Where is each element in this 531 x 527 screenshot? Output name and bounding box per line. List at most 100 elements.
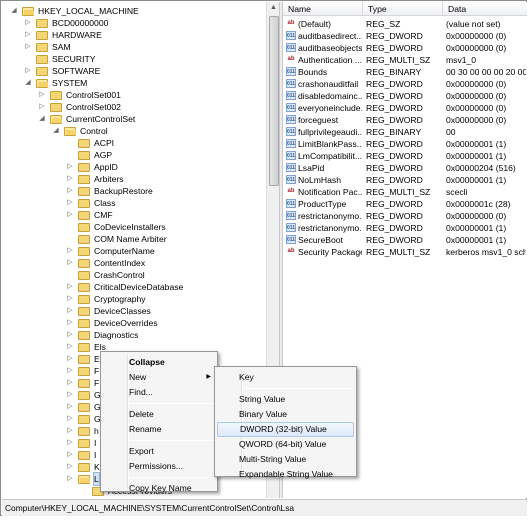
collapse-arrow-icon[interactable]: ▷ [66, 413, 74, 425]
value-row[interactable]: 011 auditbasedirect... REG_DWORD 0x00000000… [283, 30, 527, 42]
tree-item[interactable]: ACPI [2, 137, 266, 149]
tree-item[interactable]: ▷ SOFTWARE [2, 65, 266, 77]
collapse-arrow-icon[interactable]: ▷ [66, 425, 74, 437]
value-row[interactable]: 011 NoLmHash REG_DWORD 0x00000001 (1) [283, 174, 527, 186]
value-row[interactable]: 011 SecureBoot REG_DWORD 0x00000001 (1) [283, 234, 527, 246]
collapse-arrow-icon[interactable]: ▷ [66, 317, 74, 329]
value-row[interactable]: 011 fullprivilegeaudi... REG_BINARY 00 [283, 126, 527, 138]
tree-item[interactable]: CrashControl [2, 269, 266, 281]
tree-item[interactable]: ▷ SAM [2, 41, 266, 53]
tree-item[interactable]: ▷ CriticalDeviceDatabase [2, 281, 266, 293]
collapse-arrow-icon[interactable]: ▷ [66, 209, 74, 221]
tree-item[interactable]: ◢ CurrentControlSet [2, 113, 266, 125]
value-row[interactable]: 011 disabledomainc... REG_DWORD 0x00000000 … [283, 90, 527, 102]
scroll-up-arrow-icon[interactable]: ▲ [267, 2, 280, 14]
collapse-arrow-icon[interactable]: ▷ [66, 245, 74, 257]
collapse-arrow-icon[interactable]: ▷ [66, 161, 74, 173]
value-row[interactable]: 011 Bounds REG_BINARY 00 30 00 00 00 20 00 … [283, 66, 527, 78]
tree-item[interactable]: ▷ BackupRestore [2, 185, 266, 197]
value-row[interactable]: 011 restrictanonymo... REG_DWORD 0x00000000… [283, 210, 527, 222]
collapse-arrow-icon[interactable]: ▷ [66, 173, 74, 185]
collapse-arrow-icon[interactable]: ▷ [66, 257, 74, 269]
collapse-arrow-icon[interactable]: ▷ [38, 101, 46, 113]
tree-item[interactable]: ▷ Diagnostics [2, 329, 266, 341]
value-row[interactable]: ab (Default) REG_SZ (value not set) [283, 18, 527, 30]
tree-item[interactable]: ▷ DeviceClasses [2, 305, 266, 317]
value-row[interactable]: 011 restrictanonymo... REG_DWORD 0x00000001… [283, 222, 527, 234]
expanded-arrow-icon[interactable]: ◢ [52, 125, 60, 137]
value-row[interactable]: 011 crashonauditfail REG_DWORD 0x00000000 (… [283, 78, 527, 90]
collapse-arrow-icon[interactable]: ▷ [66, 293, 74, 305]
tree-item[interactable]: ▷ ControlSet002 [2, 101, 266, 113]
menu-item-permissions[interactable]: Permissions... [103, 459, 215, 474]
tree-item[interactable]: CoDeviceInstallers [2, 221, 266, 233]
tree-item[interactable]: SECURITY [2, 53, 266, 65]
tree-item[interactable]: ▷ DeviceOverrides [2, 317, 266, 329]
collapse-arrow-icon[interactable]: ▷ [66, 329, 74, 341]
tree-item[interactable]: ▷ ContentIndex [2, 257, 266, 269]
collapse-arrow-icon[interactable]: ▷ [66, 461, 74, 473]
collapse-arrow-icon[interactable]: ▷ [24, 41, 32, 53]
collapse-arrow-icon[interactable]: ▷ [66, 197, 74, 209]
submenu-item-expandable-string-value[interactable]: Expandable String Value [217, 467, 354, 482]
tree-item[interactable]: ▷ ComputerName [2, 245, 266, 257]
value-row[interactable]: 011 auditbaseobjects REG_DWORD 0x00000000 (… [283, 42, 527, 54]
scrollbar-thumb[interactable] [269, 16, 279, 186]
value-row[interactable]: 011 ProductType REG_DWORD 0x0000001c (28) [283, 198, 527, 210]
collapse-arrow-icon[interactable]: ▷ [66, 341, 74, 353]
tree-item[interactable]: ▷ HARDWARE [2, 29, 266, 41]
collapse-arrow-icon[interactable]: ▷ [66, 353, 74, 365]
submenu-item-string-value[interactable]: String Value [217, 392, 354, 407]
menu-item-find[interactable]: Find... [103, 385, 215, 400]
column-header-name[interactable]: Name [283, 2, 363, 16]
value-row[interactable]: 011 LmCompatibilit... REG_DWORD 0x00000001 … [283, 150, 527, 162]
expanded-arrow-icon[interactable]: ◢ [10, 5, 18, 17]
tree-item[interactable]: ◢ SYSTEM [2, 77, 266, 89]
collapse-arrow-icon[interactable]: ▷ [24, 29, 32, 41]
tree-item[interactable]: ▷ AppID [2, 161, 266, 173]
collapse-arrow-icon[interactable]: ▷ [66, 281, 74, 293]
collapse-arrow-icon[interactable]: ▷ [66, 401, 74, 413]
collapse-arrow-icon[interactable]: ▷ [24, 65, 32, 77]
tree-item[interactable]: ▷ Class [2, 197, 266, 209]
collapse-arrow-icon[interactable]: ▷ [66, 305, 74, 317]
menu-item-export[interactable]: Export [103, 444, 215, 459]
tree-item[interactable]: AGP [2, 149, 266, 161]
menu-item-new[interactable]: New ▶ [103, 370, 215, 385]
value-row[interactable]: 011 forceguest REG_DWORD 0x00000000 (0) [283, 114, 527, 126]
submenu-item-key[interactable]: Key [217, 370, 354, 385]
value-row[interactable]: ab Notification Pac... REG_MULTI_SZ scecli [283, 186, 527, 198]
collapse-arrow-icon[interactable]: ▷ [66, 389, 74, 401]
menu-item-delete[interactable]: Delete [103, 407, 215, 422]
tree-item[interactable]: COM Name Arbiter [2, 233, 266, 245]
value-row[interactable]: ab Authentication ... REG_MULTI_SZ msv1_0 [283, 54, 527, 66]
collapse-arrow-icon[interactable]: ▷ [66, 449, 74, 461]
menu-item-rename[interactable]: Rename [103, 422, 215, 437]
value-row[interactable]: 011 LsaPid REG_DWORD 0x00000204 (516) [283, 162, 527, 174]
expanded-arrow-icon[interactable]: ◢ [38, 113, 46, 125]
value-row[interactable]: abSecurity Packages REG_MULTI_SZ kerberos … [283, 246, 527, 258]
expanded-arrow-icon[interactable]: ◢ [24, 77, 32, 89]
collapse-arrow-icon[interactable]: ▷ [38, 89, 46, 101]
menu-item-copy-key-name[interactable]: Copy Key Name [103, 481, 215, 496]
submenu-item-multi-string-value[interactable]: Multi-String Value [217, 452, 354, 467]
collapse-arrow-icon[interactable]: ▷ [66, 473, 74, 485]
value-row[interactable]: 011 LimitBlankPass... REG_DWORD 0x00000001 … [283, 138, 527, 150]
collapse-arrow-icon[interactable]: ▷ [66, 377, 74, 389]
submenu-item-qword-64-bit-value[interactable]: QWORD (64-bit) Value [217, 437, 354, 452]
column-header-data[interactable]: Data [443, 2, 527, 16]
submenu-item-binary-value[interactable]: Binary Value [217, 407, 354, 422]
collapse-arrow-icon[interactable]: ▷ [66, 437, 74, 449]
tree-item[interactable]: ▷ CMF [2, 209, 266, 221]
collapse-arrow-icon[interactable]: ▷ [66, 185, 74, 197]
tree-item[interactable]: ◢ HKEY_LOCAL_MACHINE [2, 5, 266, 17]
tree-item[interactable]: ▷ BCD00000000 [2, 17, 266, 29]
collapse-arrow-icon[interactable]: ▷ [24, 17, 32, 29]
submenu-item-dword-32-bit-value[interactable]: DWORD (32-bit) Value [217, 422, 354, 437]
tree-item[interactable]: ▷ Arbiters [2, 173, 266, 185]
tree-item[interactable]: ◢ Control [2, 125, 266, 137]
column-header-type[interactable]: Type [363, 2, 443, 16]
tree-item[interactable]: ▷ ControlSet001 [2, 89, 266, 101]
collapse-arrow-icon[interactable]: ▷ [66, 365, 74, 377]
tree-item[interactable]: ▷ Cryptography [2, 293, 266, 305]
